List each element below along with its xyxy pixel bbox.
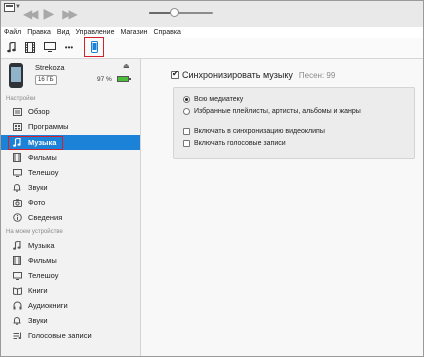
menu-view[interactable]: Вид xyxy=(57,29,70,36)
ondevice-item-movies[interactable]: Фильмы xyxy=(1,253,140,268)
sidebar-item-movies[interactable]: Фильмы xyxy=(1,150,140,165)
sidebar-item-label: Сведения xyxy=(28,213,63,222)
menu-edit[interactable]: Правка xyxy=(27,29,51,36)
tv-icon xyxy=(12,168,22,178)
option-include-videos[interactable]: Включать в синхронизацию видеоклипы xyxy=(183,128,325,135)
bell-icon xyxy=(12,316,22,326)
menu-controls[interactable]: Управление xyxy=(76,29,115,36)
sync-music-row[interactable]: Синхронизировать музыку Песен: 99 xyxy=(171,69,336,80)
sidebar-item-label: Обзор xyxy=(28,107,50,116)
sidebar-item-label: Книги xyxy=(28,286,48,295)
system-menu-icon[interactable] xyxy=(4,3,15,12)
sidebar-item-label: Телешоу xyxy=(28,271,59,280)
device-button-highlight xyxy=(84,37,104,57)
media-toolbar: ••• xyxy=(1,38,423,59)
overview-icon xyxy=(12,107,22,117)
radio-entire-library[interactable] xyxy=(183,96,190,103)
bell-icon xyxy=(12,183,22,193)
rewind-icon[interactable]: ◀◀ xyxy=(23,8,39,20)
sidebar-item-label: Фильмы xyxy=(28,256,57,265)
music-note-icon xyxy=(12,241,22,251)
volume-knob[interactable] xyxy=(170,8,180,17)
sidebar-item-label: Звуки xyxy=(28,183,48,192)
info-icon xyxy=(12,213,22,223)
film-icon xyxy=(12,256,22,266)
checkbox-include-voice[interactable] xyxy=(183,140,190,147)
battery-tip xyxy=(129,78,131,80)
sidebar-item-overview[interactable]: Обзор xyxy=(1,104,140,119)
sidebar-item-tones[interactable]: Звуки xyxy=(1,180,140,195)
song-count: Песен: 99 xyxy=(298,70,336,80)
voice-memo-icon xyxy=(12,331,22,341)
battery-icon xyxy=(117,76,129,82)
checkbox-include-videos[interactable] xyxy=(183,128,190,135)
battery-fill xyxy=(118,77,128,81)
sidebar-item-photos[interactable]: Фото xyxy=(1,195,140,210)
fast-forward-icon[interactable]: ▶▶ xyxy=(62,8,78,20)
ondevice-item-tones[interactable]: Звуки xyxy=(1,313,140,328)
title-bar: ▼ ◀◀ ▶ ▶▶ xyxy=(1,1,423,28)
battery-percent: 97 % xyxy=(97,76,112,83)
film-icon xyxy=(12,153,22,163)
sidebar-item-label: Программы xyxy=(28,122,69,131)
menu-store[interactable]: Магазин xyxy=(120,29,147,36)
option-label: Избранные плейлисты, артисты, альбомы и … xyxy=(194,108,361,115)
option-entire-library[interactable]: Всю медиатеку xyxy=(183,96,243,103)
play-icon[interactable]: ▶ xyxy=(43,7,54,21)
sidebar-item-label: Аудиокниги xyxy=(28,301,68,310)
book-icon xyxy=(12,286,22,296)
tv-icon xyxy=(12,271,22,281)
option-label: Всю медиатеку xyxy=(194,96,244,103)
sidebar-item-info[interactable]: Сведения xyxy=(1,210,140,225)
audiobook-icon xyxy=(12,301,22,311)
ondevice-item-music[interactable]: Музыка xyxy=(1,238,140,253)
option-include-voice[interactable]: Включать голосовые записи xyxy=(183,140,286,147)
playback-controls: ◀◀ ▶ ▶▶ xyxy=(23,5,78,23)
sidebar-item-tvshows[interactable]: Телешоу xyxy=(1,165,140,180)
sidebar-item-label: Голосовые записи xyxy=(28,331,92,340)
option-label: Включать голосовые записи xyxy=(194,140,286,147)
iphone-thumbnail xyxy=(9,63,23,88)
device-name: Strekoza xyxy=(35,63,65,72)
sidebar-item-apps[interactable]: Программы xyxy=(1,119,140,134)
chevron-down-icon[interactable]: ▼ xyxy=(15,4,21,10)
option-selected-items[interactable]: Избранные плейлисты, артисты, альбомы и … xyxy=(183,108,361,115)
menu-file[interactable]: Файл xyxy=(4,29,21,36)
menu-help[interactable]: Справка xyxy=(153,29,180,36)
sidebar: Strekoza ⏏ 16 ГБ 97 % Настройки Обзор Пр… xyxy=(1,59,141,356)
section-settings: Настройки xyxy=(6,96,36,102)
ondevice-item-books[interactable]: Книги xyxy=(1,283,140,298)
itunes-window: ▼ ◀◀ ▶ ▶▶ Файл Правка Вид Управление Маг… xyxy=(0,0,424,357)
volume-slider[interactable] xyxy=(149,8,213,17)
sync-music-label: Синхронизировать музыку xyxy=(182,70,293,80)
sidebar-item-label: Музыка xyxy=(28,241,55,250)
music-item-highlight xyxy=(8,136,63,150)
ondevice-item-tvshows[interactable]: Телешоу xyxy=(1,268,140,283)
music-sync-panel: Синхронизировать музыку Песен: 99 Всю ме… xyxy=(141,59,423,356)
ondevice-item-audiobooks[interactable]: Аудиокниги xyxy=(1,298,140,313)
sidebar-item-label: Звуки xyxy=(28,316,48,325)
sidebar-item-label: Фильмы xyxy=(28,153,57,162)
menu-bar: Файл Правка Вид Управление Магазин Справ… xyxy=(1,27,423,38)
capacity-badge: 16 ГБ xyxy=(35,75,57,85)
device-card[interactable]: Strekoza ⏏ 16 ГБ 97 % xyxy=(1,59,140,95)
ondevice-item-voice-memos[interactable]: Голосовые записи xyxy=(1,328,140,343)
apps-icon xyxy=(12,122,22,132)
eject-icon[interactable]: ⏏ xyxy=(123,62,130,70)
sidebar-item-label: Телешоу xyxy=(28,168,59,177)
camera-icon xyxy=(12,198,22,208)
sidebar-item-label: Фото xyxy=(28,198,46,207)
more-icon[interactable]: ••• xyxy=(62,40,76,54)
radio-selected-items[interactable] xyxy=(183,108,190,115)
sync-options-box: Всю медиатеку Избранные плейлисты, артис… xyxy=(173,87,415,159)
section-on-device: На моем устройстве xyxy=(6,229,63,235)
music-note-icon[interactable] xyxy=(5,40,17,54)
tv-icon[interactable] xyxy=(43,40,57,54)
film-icon[interactable] xyxy=(24,40,36,54)
sync-music-checkbox[interactable] xyxy=(171,69,179,79)
option-label: Включать в синхронизацию видеоклипы xyxy=(194,128,325,135)
